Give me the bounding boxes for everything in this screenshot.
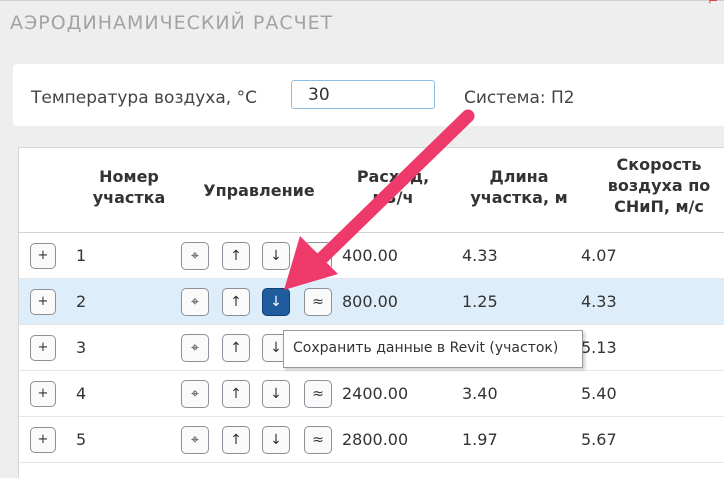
section-number: 4 xyxy=(76,384,87,403)
speed-value: 5.40 xyxy=(581,384,617,403)
expand-row-button[interactable]: + xyxy=(30,289,56,315)
column-header-text: участка, м xyxy=(470,188,568,207)
speed-value: 4.33 xyxy=(581,292,617,311)
column-header-speed: Скорость воздуха по СНиП, м/с xyxy=(597,154,721,217)
table-row[interactable]: + 4 ⌖ ↑ ↓ ≈ 2400.00 3.40 5.40 xyxy=(19,371,724,417)
column-header-flow: Расход, м3/ч xyxy=(341,166,445,208)
section-number: 1 xyxy=(76,246,87,265)
corner-mark: ⌐ xyxy=(707,0,718,8)
temperature-input[interactable] xyxy=(291,80,435,109)
locate-button[interactable]: ⌖ xyxy=(181,426,209,454)
column-header-section-number: Номер участка xyxy=(89,166,169,208)
move-up-button[interactable]: ↑ xyxy=(222,288,250,316)
table-row[interactable]: + 5 ⌖ ↑ ↓ ≈ 2800.00 1.97 5.67 xyxy=(19,417,724,463)
move-up-button[interactable]: ↑ xyxy=(222,426,250,454)
save-tooltip: Сохранить данные в Revit (участок) xyxy=(283,330,583,368)
save-to-revit-button[interactable]: ↓ xyxy=(262,288,290,316)
length-value: 4.33 xyxy=(462,246,498,265)
approximate-button[interactable]: ≈ xyxy=(304,380,332,408)
sections-table: Номер участка Управление Расход, м3/ч Дл… xyxy=(18,147,724,478)
locate-button[interactable]: ⌖ xyxy=(181,334,209,362)
row-divider xyxy=(19,462,724,463)
length-value: 1.97 xyxy=(462,430,498,449)
window-title: АЭРОДИНАМИЧЕСКИЙ РАСЧЕТ xyxy=(10,12,334,34)
expand-row-button[interactable]: + xyxy=(30,335,56,361)
move-up-button[interactable]: ↑ xyxy=(222,380,250,408)
column-header-text: м3/ч xyxy=(372,188,414,207)
locate-button[interactable]: ⌖ xyxy=(181,242,209,270)
flow-value: 2400.00 xyxy=(342,384,409,403)
locate-button[interactable]: ⌖ xyxy=(181,380,209,408)
temperature-label: Температура воздуха, °C xyxy=(31,88,257,108)
save-to-revit-button[interactable]: ↓ xyxy=(262,242,290,270)
section-number: 5 xyxy=(76,430,87,449)
expand-row-button[interactable]: + xyxy=(30,427,56,453)
column-header-text: воздуха по xyxy=(607,176,711,195)
expand-row-button[interactable]: + xyxy=(30,243,56,269)
column-header-text: Расход, xyxy=(356,167,430,186)
approximate-button[interactable]: ≈ xyxy=(304,426,332,454)
table-row[interactable]: + 1 ⌖ ↑ ↓ ≈ 400.00 4.33 4.07 xyxy=(19,233,724,279)
move-up-button[interactable]: ↑ xyxy=(222,334,250,362)
column-header-text: СНиП, м/с xyxy=(614,197,704,216)
speed-value: 5.13 xyxy=(581,338,617,357)
save-to-revit-button[interactable]: ↓ xyxy=(262,426,290,454)
flow-value: 400.00 xyxy=(342,246,398,265)
parameters-panel: Температура воздуха, °C Система: П2 xyxy=(13,64,724,126)
speed-value: 4.07 xyxy=(581,246,617,265)
table-row-selected[interactable]: + 2 ⌖ ↑ ↓ ≈ 800.00 1.25 4.33 xyxy=(19,279,724,325)
system-label: Система: П2 xyxy=(464,88,575,108)
length-value: 3.40 xyxy=(462,384,498,403)
section-number: 2 xyxy=(76,292,87,311)
flow-value: 2800.00 xyxy=(342,430,409,449)
column-header-text: Скорость xyxy=(616,155,702,174)
column-header-text: Номер xyxy=(99,167,159,186)
speed-value: 5.67 xyxy=(581,430,617,449)
section-number: 3 xyxy=(76,338,87,357)
column-header-control: Управление xyxy=(203,181,315,200)
save-to-revit-button[interactable]: ↓ xyxy=(262,380,290,408)
column-header-text: Длина xyxy=(489,167,549,186)
move-up-button[interactable]: ↑ xyxy=(222,242,250,270)
window-top-border xyxy=(0,0,724,1)
column-header-text: участка xyxy=(92,188,166,207)
length-value: 1.25 xyxy=(462,292,498,311)
approximate-button[interactable]: ≈ xyxy=(304,288,332,316)
column-header-length: Длина участка, м xyxy=(459,166,579,208)
locate-button[interactable]: ⌖ xyxy=(181,288,209,316)
flow-value: 800.00 xyxy=(342,292,398,311)
approximate-button[interactable]: ≈ xyxy=(304,242,332,270)
expand-row-button[interactable]: + xyxy=(30,381,56,407)
